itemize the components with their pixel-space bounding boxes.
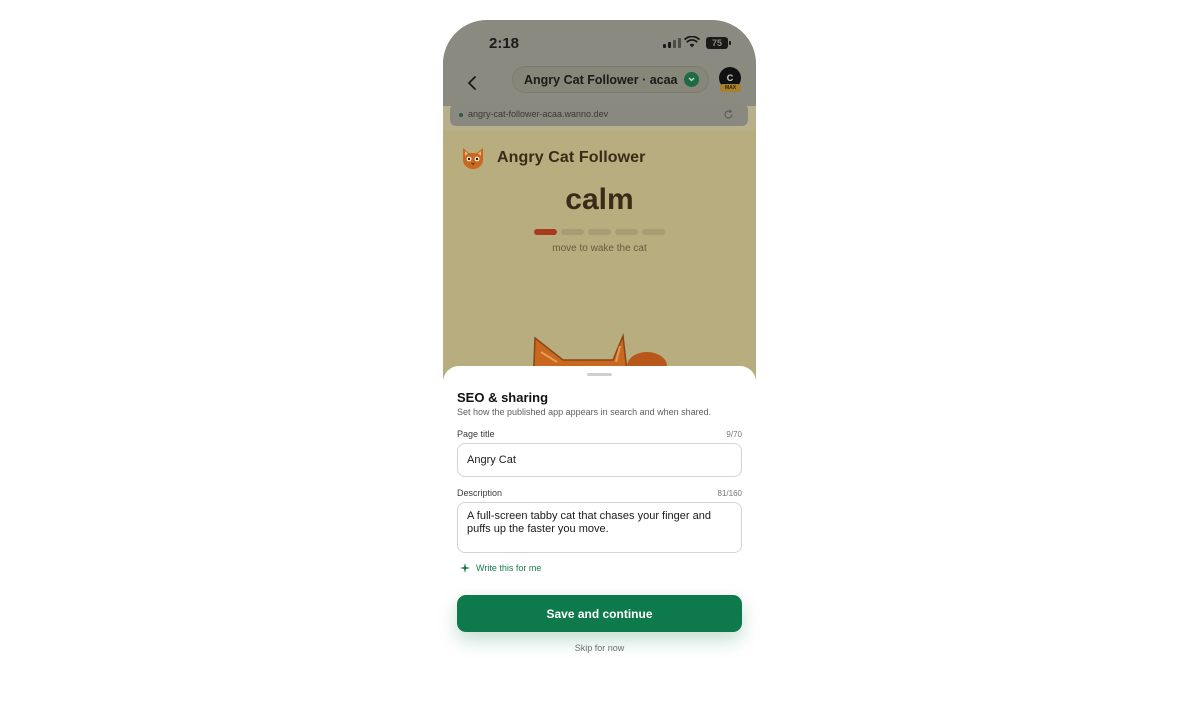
- url-bar[interactable]: angry-cat-follower-acaa.wanno.dev: [450, 104, 748, 126]
- meter-segment: [642, 229, 665, 235]
- chevron-down-icon: [683, 72, 699, 87]
- description-value: A full-screen tabby cat that chases your…: [467, 510, 711, 535]
- sheet-subtitle: Set how the published app appears in sea…: [457, 407, 712, 417]
- sheet-title: SEO & sharing: [457, 390, 549, 405]
- page-title-input[interactable]: Angry Cat: [457, 443, 742, 477]
- nav-bar: Angry Cat Follower · acaa C MAX: [443, 66, 756, 106]
- meter-segment: [534, 229, 557, 235]
- description-textarea[interactable]: A full-screen tabby cat that chases your…: [457, 502, 742, 553]
- write-for-me-button[interactable]: Write this for me: [460, 563, 541, 573]
- page-title-value: Angry Cat: [467, 454, 516, 466]
- skip-label: Skip for now: [574, 643, 625, 653]
- skip-button[interactable]: Skip for now: [443, 643, 756, 653]
- hint-text: move to wake the cat: [552, 243, 647, 254]
- seo-sheet: SEO & sharing Set how the published app …: [443, 366, 756, 720]
- meter-segment: [561, 229, 584, 235]
- page-title-counter: 9/70: [726, 430, 742, 439]
- app-heading: Angry Cat Follower: [497, 149, 646, 166]
- plan-badge-label: MAX: [724, 85, 737, 91]
- cat-logo-icon: [463, 148, 483, 169]
- url-text: angry-cat-follower-acaa.wanno.dev: [468, 109, 609, 119]
- battery-level: 75: [711, 38, 722, 48]
- signal-icon: [663, 38, 681, 48]
- description-label: Description: [457, 488, 503, 498]
- plan-badge: MAX: [720, 84, 741, 92]
- app-header: Angry Cat Follower: [460, 145, 645, 171]
- avatar-initial: C: [726, 73, 734, 83]
- app-title-pill-label: Angry Cat Follower · acaa: [524, 72, 678, 87]
- meter-segment: [588, 229, 611, 235]
- app-title-pill[interactable]: Angry Cat Follower · acaa: [512, 66, 709, 93]
- reload-icon[interactable]: [723, 109, 734, 120]
- sparkle-icon: [460, 563, 470, 573]
- chevron-left-icon: [468, 76, 476, 90]
- meter-segment: [615, 229, 638, 235]
- battery-icon: 75: [706, 37, 731, 49]
- save-and-continue-label: Save and continue: [546, 606, 653, 621]
- status-time: 2:18: [489, 35, 520, 52]
- sheet-drag-handle[interactable]: [587, 373, 612, 376]
- mood-label: calm: [565, 183, 634, 216]
- status-bar: 2:18 75: [443, 20, 756, 66]
- back-button[interactable]: [461, 72, 483, 94]
- secure-dot-icon: [459, 113, 463, 117]
- description-counter: 81/160: [717, 489, 742, 498]
- page-title-label: Page title: [457, 429, 495, 439]
- write-for-me-label: Write this for me: [476, 563, 542, 573]
- anger-meter: [534, 229, 665, 235]
- save-and-continue-button[interactable]: Save and continue: [457, 595, 742, 632]
- wifi-icon: [684, 36, 700, 48]
